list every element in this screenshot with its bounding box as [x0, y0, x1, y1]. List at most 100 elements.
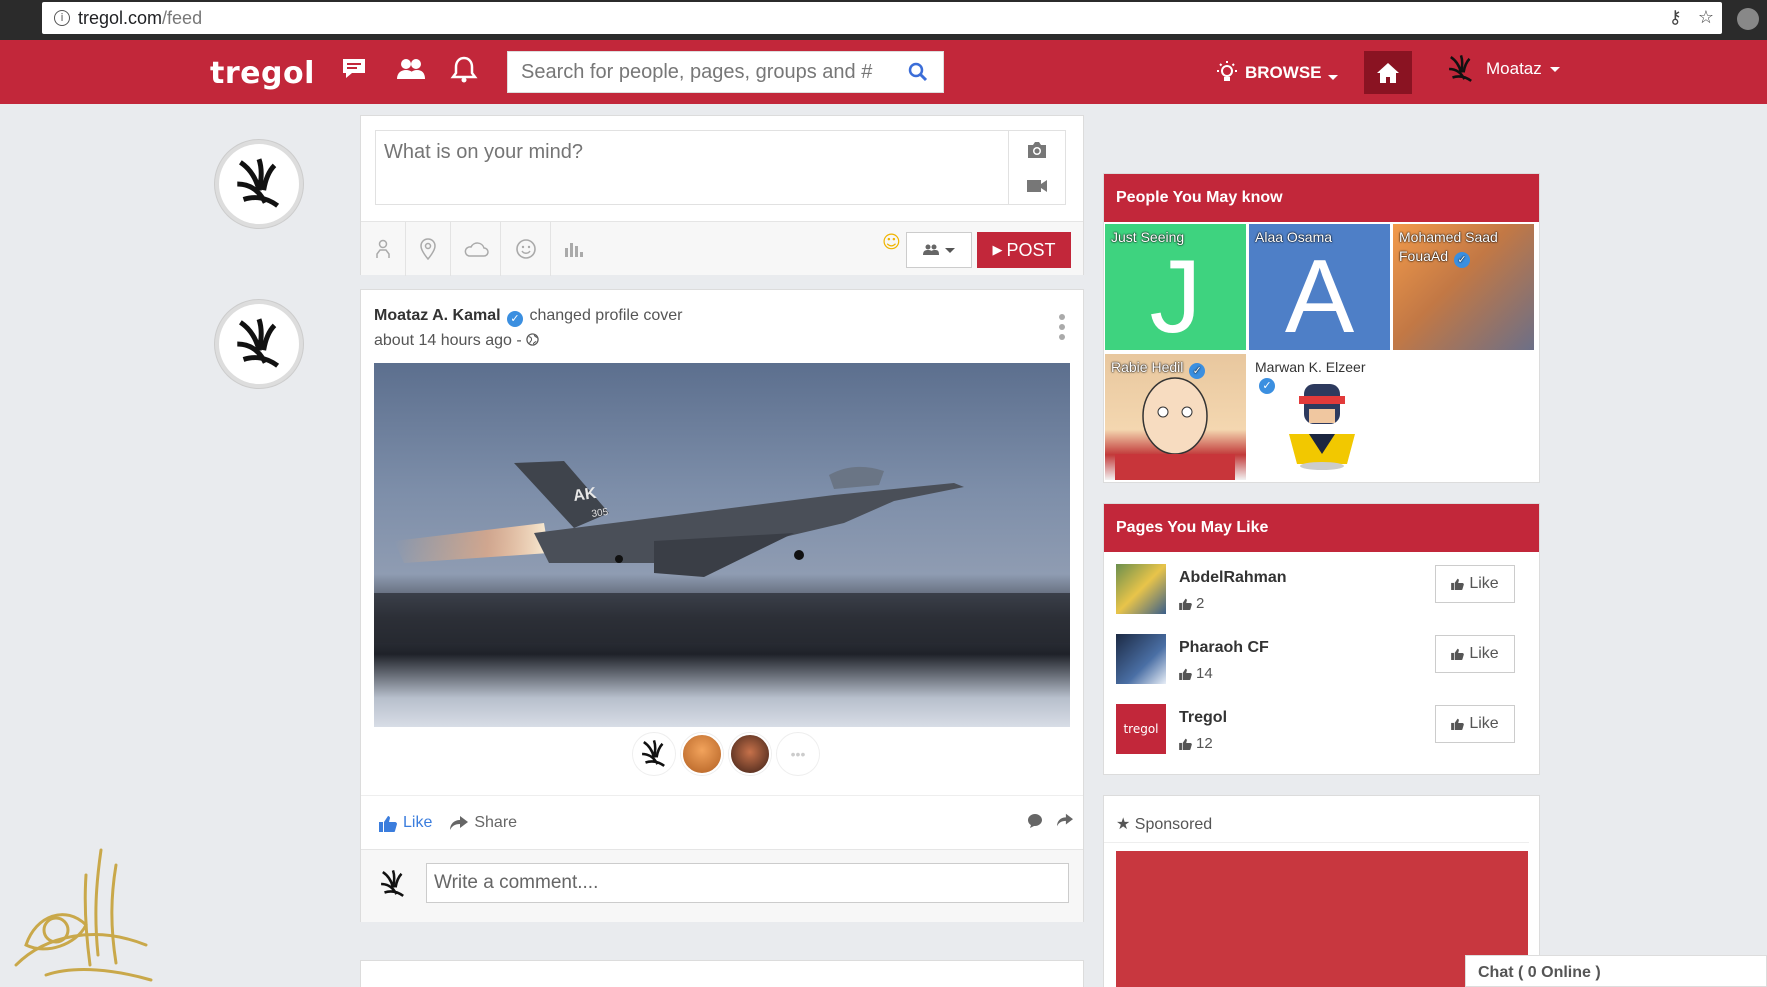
- page-like-count: 2: [1179, 595, 1204, 612]
- page-name[interactable]: Tregol: [1179, 709, 1227, 727]
- verified-badge-icon: ✓: [1259, 378, 1275, 394]
- post-composer: ☺ ▶ POST: [360, 115, 1084, 276]
- page-like-count: 12: [1179, 735, 1213, 752]
- like-button-label: Like: [1469, 715, 1499, 732]
- person-name: Mohamed Saad FouaAd: [1399, 229, 1498, 264]
- chat-bar[interactable]: Chat ( 0 Online ): [1465, 955, 1767, 987]
- person-card[interactable]: J Just Seeing: [1105, 224, 1246, 350]
- like-page-button[interactable]: Like: [1435, 705, 1515, 743]
- thumbs-up-icon: [1451, 648, 1465, 660]
- like-page-button[interactable]: Like: [1435, 565, 1515, 603]
- person-name: Just Seeing: [1111, 229, 1185, 245]
- user-menu[interactable]: Moataz: [1444, 52, 1560, 86]
- person-initial: J: [1149, 239, 1202, 350]
- status-input[interactable]: [375, 130, 1008, 205]
- thumbs-up-icon: [1179, 668, 1192, 680]
- page-thumbnail[interactable]: [1116, 634, 1166, 684]
- weather-cloud-icon[interactable]: [451, 222, 501, 276]
- privacy-dropdown[interactable]: [906, 232, 972, 268]
- video-icon[interactable]: [1026, 178, 1048, 194]
- key-icon[interactable]: ⚷: [1669, 7, 1682, 28]
- tag-people-icon[interactable]: [361, 222, 406, 276]
- page-thumbnail[interactable]: [1116, 564, 1166, 614]
- site-logo[interactable]: tregol: [210, 56, 315, 91]
- location-pin-icon[interactable]: [406, 222, 451, 276]
- people-widget-title: People You May know: [1104, 174, 1539, 222]
- more-reactors-icon[interactable]: •••: [777, 733, 819, 775]
- extension-globe-icon[interactable]: [1737, 8, 1759, 30]
- verified-badge-icon: ✓: [1189, 363, 1206, 379]
- search-icon[interactable]: [893, 52, 943, 92]
- comment-input[interactable]: [426, 863, 1069, 903]
- star-icon[interactable]: ☆: [1698, 7, 1714, 28]
- verified-badge-icon: ✓: [1453, 252, 1470, 268]
- person-card[interactable]: Rabie Hedil ✓: [1105, 354, 1246, 480]
- top-navbar: tregol BROWSE Moataz: [0, 40, 1767, 104]
- page-row: Pharaoh CF 14 Like: [1104, 622, 1539, 692]
- like-button[interactable]: Like: [379, 814, 432, 832]
- post-time-text: about 14 hours ago -: [374, 332, 522, 349]
- chevron-down-icon: [1327, 74, 1338, 80]
- send-icon: ▶: [992, 242, 1003, 258]
- share-button[interactable]: Share: [450, 814, 517, 832]
- user-avatar: [1449, 54, 1472, 82]
- sponsored-label: Sponsored: [1134, 816, 1213, 833]
- like-count-value: 12: [1196, 735, 1213, 752]
- reactor-avatar[interactable]: [681, 733, 723, 775]
- post-header: Moataz A. Kamal ✓ changed profile cover: [374, 307, 682, 327]
- notifications-bell-icon[interactable]: [450, 55, 480, 85]
- people-you-may-know-widget: People You May know J Just Seeing A Alaa…: [1103, 173, 1540, 483]
- search-box: [507, 51, 944, 93]
- friends-icon[interactable]: [395, 55, 425, 85]
- search-input[interactable]: [508, 52, 893, 92]
- info-icon[interactable]: i: [54, 10, 70, 26]
- like-button-label: Like: [1469, 645, 1499, 662]
- browse-menu[interactable]: BROWSE: [1215, 60, 1338, 86]
- person-name-wrap: Rabie Hedil ✓: [1111, 358, 1239, 379]
- reactor-avatar[interactable]: [633, 733, 675, 775]
- home-icon: [1377, 62, 1399, 83]
- post-cover-photo[interactable]: AK 305: [374, 363, 1070, 727]
- page-row: tregol Tregol 12 Like: [1104, 692, 1539, 762]
- feeling-smiley-icon[interactable]: ☺: [882, 232, 901, 253]
- comment-row: [361, 849, 1083, 922]
- camera-icon[interactable]: [1026, 141, 1048, 159]
- jet-serial: 305: [591, 507, 609, 520]
- person-card[interactable]: Marwan K. Elzeer ✓: [1249, 354, 1390, 480]
- thumbs-up-icon: [1451, 578, 1465, 590]
- page-thumbnail[interactable]: tregol: [1116, 704, 1166, 754]
- person-name: Marwan K. Elzeer: [1255, 359, 1366, 375]
- forward-arrow-icon[interactable]: [1057, 813, 1073, 827]
- url-path: /feed: [162, 7, 203, 28]
- post-options-icon[interactable]: [1059, 314, 1065, 340]
- reactors-list: •••: [633, 733, 819, 775]
- pages-widget-title: Pages You May Like: [1104, 504, 1539, 552]
- like-button-label: Like: [1469, 575, 1499, 592]
- user-name: Moataz: [1486, 59, 1542, 78]
- reactor-avatar[interactable]: [729, 733, 771, 775]
- like-count-value: 14: [1196, 665, 1213, 682]
- post-author-avatar[interactable]: [215, 300, 303, 388]
- jet-tail-code: AK: [572, 485, 598, 505]
- profile-avatar[interactable]: [215, 140, 303, 228]
- post-button[interactable]: ▶ POST: [977, 232, 1071, 268]
- post-author-name[interactable]: Moataz A. Kamal: [374, 307, 501, 324]
- commenter-avatar: [381, 869, 404, 897]
- thumbs-up-icon: [379, 815, 397, 832]
- messages-icon[interactable]: [340, 55, 370, 85]
- person-card[interactable]: A Alaa Osama: [1249, 224, 1390, 350]
- comment-bubble-icon[interactable]: [1027, 813, 1043, 829]
- feed-post: Moataz A. Kamal ✓ changed profile cover …: [360, 289, 1084, 922]
- page-name[interactable]: AbdelRahman: [1179, 569, 1287, 587]
- fighter-jet-image: AK 305: [374, 461, 1070, 643]
- home-button[interactable]: [1364, 51, 1412, 94]
- poll-chart-icon[interactable]: [551, 222, 596, 276]
- emoji-icon[interactable]: [501, 222, 551, 276]
- like-page-button[interactable]: Like: [1435, 635, 1515, 673]
- address-bar[interactable]: i tregol.com/feed ⚷ ☆: [42, 2, 1722, 34]
- page-name[interactable]: Pharaoh CF: [1179, 639, 1269, 657]
- person-card[interactable]: Mohamed Saad FouaAd ✓: [1393, 224, 1534, 350]
- post-timestamp[interactable]: about 14 hours ago -: [374, 332, 539, 350]
- public-globe-icon: [526, 333, 539, 346]
- like-label: Like: [403, 814, 433, 831]
